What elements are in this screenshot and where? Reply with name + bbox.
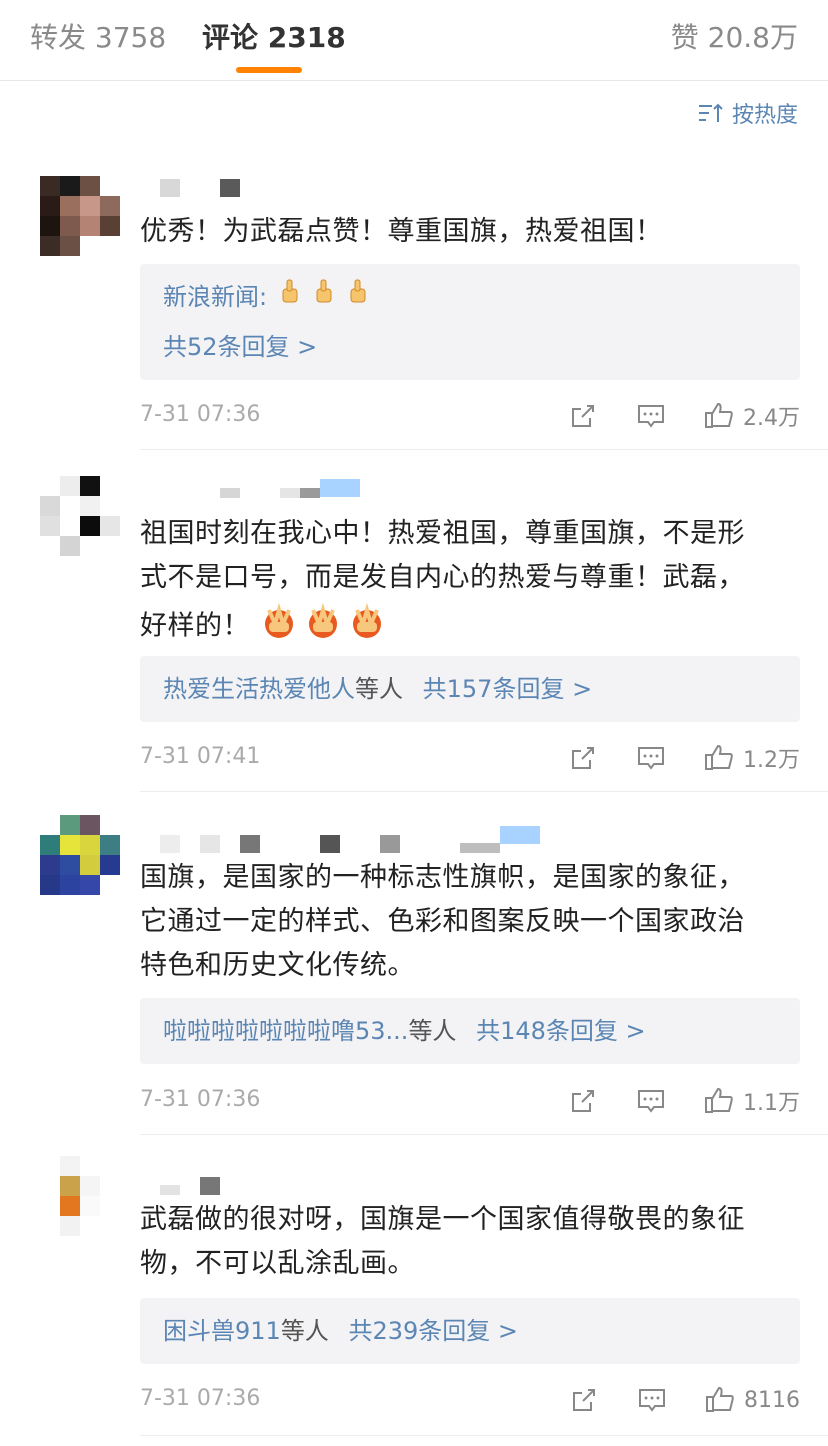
reply-suffix: 等人	[355, 675, 403, 703]
sort-label: 按热度	[731, 103, 798, 128]
comment-text: 武磊做的很对呀，国旗是一个国家值得敬畏的象征 物，不可以乱涂乱画。	[140, 1204, 745, 1279]
avatar[interactable]	[40, 476, 120, 556]
avatar[interactable]	[40, 815, 120, 895]
reply-author[interactable]: 啦啦啦啦啦啦啦噜53...	[163, 1017, 408, 1045]
comment-time: 7-31 07:36	[140, 1386, 261, 1411]
active-tab-indicator	[236, 67, 302, 73]
reply-count-link[interactable]: 共148条回复 >	[476, 1017, 646, 1045]
reply-preview[interactable]: 啦啦啦啦啦啦啦噜53...等人 共148条回复 >	[140, 998, 800, 1064]
divider	[140, 1134, 828, 1135]
tab-comment[interactable]: 评论 2318	[202, 18, 346, 58]
reply-author[interactable]: 新浪新闻:	[163, 283, 267, 311]
comment-text: 优秀！为武磊点赞！尊重国旗，热爱祖国！	[140, 216, 663, 247]
reply-count-link[interactable]: 共52条回复 >	[163, 322, 800, 372]
like-count: 8116	[744, 1387, 800, 1413]
comment-time: 7-31 07:36	[140, 1087, 261, 1112]
tab-like[interactable]: 赞 20.8万	[671, 18, 798, 58]
comment-icon[interactable]	[636, 1384, 668, 1416]
sort-icon	[698, 103, 723, 122]
reply-author[interactable]: 热爱生活热爱他人	[163, 675, 355, 703]
reply-preview[interactable]: 热爱生活热爱他人等人 共157条回复 >	[140, 656, 800, 722]
avatar[interactable]	[40, 1156, 120, 1236]
comment-icon[interactable]	[635, 1085, 667, 1117]
comment-meta: 7-31 07:36 1.1万	[140, 1081, 800, 1121]
like-icon[interactable]	[703, 742, 735, 774]
tab-repost[interactable]: 转发 3758	[30, 18, 166, 58]
divider	[140, 449, 828, 450]
tab-repost-label: 转发	[30, 21, 87, 54]
tab-repost-count: 3758	[94, 21, 167, 54]
tab-like-label: 赞	[670, 21, 699, 54]
share-icon[interactable]	[567, 1085, 599, 1117]
avatar[interactable]	[40, 176, 120, 256]
like-icon[interactable]	[704, 1384, 736, 1416]
like-count: 1.1万	[743, 1091, 800, 1116]
comment-icon[interactable]	[635, 400, 667, 432]
tab-like-count: 20.8万	[707, 21, 798, 54]
username-redacted[interactable]	[160, 826, 540, 854]
reply-suffix: 等人	[408, 1017, 457, 1045]
username-redacted[interactable]	[160, 1176, 220, 1196]
comment-icon[interactable]	[635, 742, 667, 774]
divider	[140, 1435, 828, 1436]
like-count: 2.4万	[743, 406, 800, 431]
reply-count-link[interactable]: 共157条回复 >	[423, 675, 593, 703]
share-icon[interactable]	[567, 742, 599, 774]
share-icon[interactable]	[567, 400, 599, 432]
peace-sign-emoji	[259, 600, 389, 654]
share-icon[interactable]	[568, 1384, 600, 1416]
comment-meta: 7-31 07:36 8116	[140, 1380, 800, 1420]
like-icon[interactable]	[703, 1085, 735, 1117]
comment-time: 7-31 07:36	[140, 402, 261, 427]
reply-preview[interactable]: 新浪新闻: 共52条回复 >	[140, 264, 800, 380]
comment-text: 国旗，是国家的一种标志性旗帜，是国家的象征， 它通过一定的样式、色彩和图案反映一…	[140, 862, 745, 981]
username-redacted[interactable]	[220, 478, 360, 498]
thumbs-up-emoji	[275, 273, 375, 323]
comment-tabs: 转发 3758 评论 2318 赞 20.8万	[0, 0, 828, 81]
comment-time: 7-31 07:41	[140, 744, 261, 769]
like-count: 1.2万	[743, 748, 800, 773]
reply-suffix: 等人	[280, 1317, 329, 1345]
divider	[140, 791, 828, 792]
comment-meta: 7-31 07:41 1.2万	[140, 738, 800, 778]
tab-comment-count: 2318	[267, 21, 346, 54]
username-redacted[interactable]	[160, 178, 240, 198]
comment-text: 祖国时刻在我心中！热爱祖国，尊重国旗，不是形 式不是口号，而是发自内心的热爱与尊…	[140, 512, 805, 654]
like-icon[interactable]	[703, 400, 735, 432]
reply-count-link[interactable]: 共239条回复 >	[348, 1317, 518, 1345]
reply-author[interactable]: 困斗兽911	[163, 1317, 281, 1345]
sort-button[interactable]: 按热度	[698, 96, 798, 130]
comment-meta: 7-31 07:36 2.4万	[140, 396, 800, 436]
reply-preview[interactable]: 困斗兽911等人 共239条回复 >	[140, 1298, 800, 1364]
tab-comment-label: 评论	[202, 21, 259, 54]
